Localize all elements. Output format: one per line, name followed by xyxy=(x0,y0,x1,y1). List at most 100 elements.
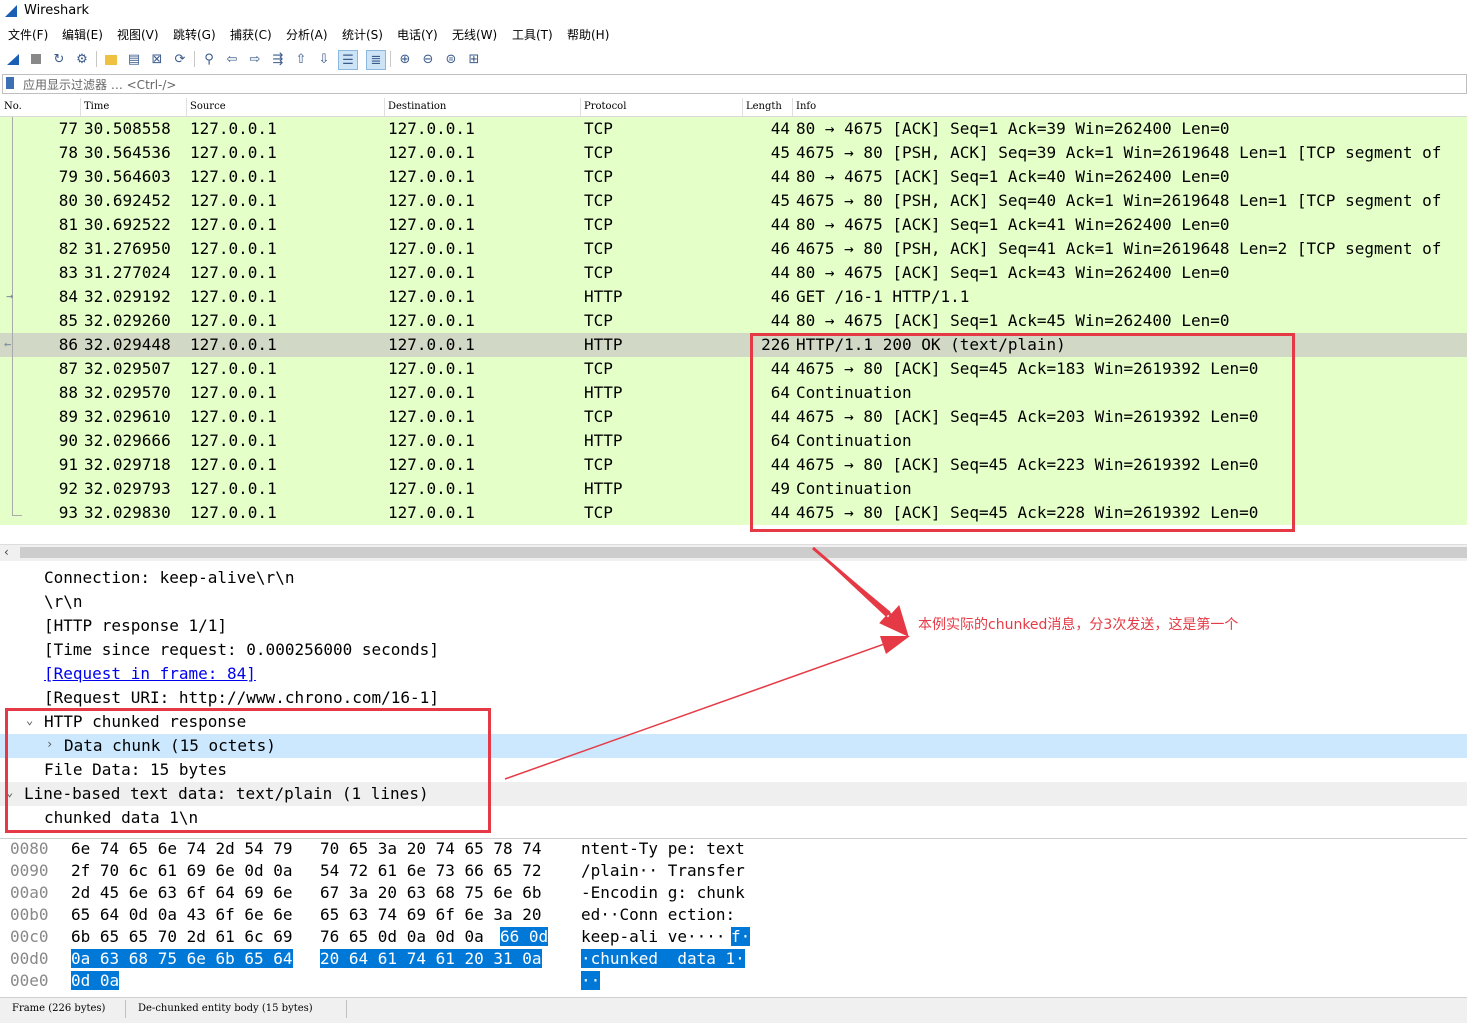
detail-row[interactable]: [Time since request: 0.000256000 seconds… xyxy=(0,638,1467,662)
restart-icon[interactable]: ↻ xyxy=(50,50,68,68)
packet-row[interactable]: 78 30.564536 127.0.0.1 127.0.0.1 TCP 45 4675 →… xyxy=(0,141,1467,165)
find-icon[interactable]: ⚲ xyxy=(200,50,218,68)
selected-bytes: 66 0d xyxy=(500,927,549,946)
packet-cell-proto: TCP xyxy=(584,167,613,186)
packet-row[interactable]: 77 30.508558 127.0.0.1 127.0.0.1 TCP 44 80 → 4… xyxy=(0,117,1467,141)
packet-cell-time: 30.508558 xyxy=(84,119,171,138)
col-length[interactable]: Length xyxy=(746,101,782,112)
packet-cell-dst: 127.0.0.1 xyxy=(388,407,475,426)
back-arrow-icon[interactable]: ⇦ xyxy=(223,50,241,68)
reload-icon[interactable]: ⟳ xyxy=(171,50,189,68)
menu-file[interactable]: 文件(F) xyxy=(8,26,48,43)
menu-edit[interactable]: 编辑(E) xyxy=(62,26,103,43)
packet-cell-proto: TCP xyxy=(584,215,613,234)
close-file-icon[interactable]: ⊠ xyxy=(148,50,166,68)
packet-cell-time: 32.029192 xyxy=(84,287,171,306)
normal-size-icon[interactable]: ⊜ xyxy=(442,50,460,68)
menu-telephony[interactable]: 电话(Y) xyxy=(397,26,438,43)
packet-cell-src: 127.0.0.1 xyxy=(190,167,277,186)
menu-statistics[interactable]: 统计(S) xyxy=(342,26,383,43)
first-packet-icon[interactable]: ⇧ xyxy=(292,50,310,68)
packet-cell-no: 90 xyxy=(58,431,78,450)
packet-cell-dst: 127.0.0.1 xyxy=(388,335,475,354)
detail-row[interactable]: Connection: keep-alive\r\n xyxy=(0,566,1467,590)
display-filter-input[interactable]: 应用显示过滤器 … <Ctrl-/> xyxy=(2,74,1467,94)
packet-cell-dst: 127.0.0.1 xyxy=(388,311,475,330)
annotation-note: 本例实际的chunked消息，分3次发送，这是第一个 xyxy=(918,617,1239,633)
tab-dechunked-bytes[interactable]: De-chunked entity body (15 bytes) xyxy=(138,1003,313,1014)
resize-columns-icon[interactable]: ⊞ xyxy=(465,50,483,68)
packet-cell-proto: HTTP xyxy=(584,287,623,306)
packet-cell-no: 82 xyxy=(58,239,78,258)
options-gear-icon[interactable]: ⚙ xyxy=(73,50,91,68)
menu-go[interactable]: 跳转(G) xyxy=(173,26,216,43)
col-info[interactable]: Info xyxy=(796,101,816,112)
bookmark-icon[interactable] xyxy=(6,77,14,89)
selected-bytes: 20 64 61 74 61 20 31 0a xyxy=(320,949,542,968)
packet-cell-proto: TCP xyxy=(584,311,613,330)
menu-wireless[interactable]: 无线(W) xyxy=(452,26,497,43)
annotation-box-packets xyxy=(750,333,1295,532)
col-time[interactable]: Time xyxy=(84,101,109,112)
menu-tools[interactable]: 工具(T) xyxy=(512,26,553,43)
col-source[interactable]: Source xyxy=(190,101,226,112)
detail-row[interactable]: [HTTP response 1/1] xyxy=(0,614,1467,638)
detail-row[interactable]: [Request URI: http://www.chrono.com/16-1… xyxy=(0,686,1467,710)
zoom-in-icon[interactable]: ⊕ xyxy=(396,50,414,68)
filter-placeholder: 应用显示过滤器 … <Ctrl-/> xyxy=(23,78,177,92)
packet-row[interactable]: 81 30.692522 127.0.0.1 127.0.0.1 TCP 44 80 → 4… xyxy=(0,213,1467,237)
packet-cell-time: 30.564536 xyxy=(84,143,171,162)
open-folder-icon[interactable] xyxy=(102,50,120,68)
packet-row[interactable]: 82 31.276950 127.0.0.1 127.0.0.1 TCP 46 4675 →… xyxy=(0,237,1467,261)
scroll-left-icon[interactable]: ‹ xyxy=(4,545,9,559)
packet-cell-src: 127.0.0.1 xyxy=(190,239,277,258)
menu-help[interactable]: 帮助(H) xyxy=(567,26,609,43)
packet-cell-info: 4675 → 80 [PSH, ACK] Seq=41 Ack=1 Win=26… xyxy=(796,239,1442,258)
menu-capture[interactable]: 捕获(C) xyxy=(230,26,272,43)
packet-cell-proto: TCP xyxy=(584,119,613,138)
col-destination[interactable]: Destination xyxy=(388,101,446,112)
packet-cell-no: 80 xyxy=(58,191,78,210)
detail-row-request-link[interactable]: [Request in frame: 84] xyxy=(0,662,1467,686)
zoom-out-icon[interactable]: ⊖ xyxy=(419,50,437,68)
col-no[interactable]: No. xyxy=(4,101,22,112)
tab-frame-bytes[interactable]: Frame (226 bytes) xyxy=(12,1003,105,1014)
packet-cell-dst: 127.0.0.1 xyxy=(388,383,475,402)
packet-cell-dst: 127.0.0.1 xyxy=(388,431,475,450)
packet-bytes[interactable]: 0080 6e 74 65 6e 74 2d 54 79 70 65 3a 20… xyxy=(0,838,1467,997)
last-packet-icon[interactable]: ⇩ xyxy=(315,50,333,68)
packet-cell-no: 83 xyxy=(58,263,78,282)
packet-cell-len: 44 xyxy=(770,119,790,138)
status-bar: Frame (226 bytes) De-chunked entity body… xyxy=(0,997,1467,1023)
forward-arrow-icon[interactable]: ⇨ xyxy=(246,50,264,68)
packet-row[interactable]: 85 32.029260 127.0.0.1 127.0.0.1 TCP 44 80 → 4… xyxy=(0,309,1467,333)
detail-row[interactable]: \r\n xyxy=(0,590,1467,614)
menu-view[interactable]: 视图(V) xyxy=(117,26,159,43)
menu-bar: 文件(F) 编辑(E) 视图(V) 跳转(G) 捕获(C) 分析(A) 统计(S… xyxy=(0,24,1467,44)
goto-packet-icon[interactable]: ⇶ xyxy=(269,50,287,68)
colorize-icon[interactable]: ≣ xyxy=(366,50,386,70)
packet-cell-info: 4675 → 80 [PSH, ACK] Seq=39 Ack=1 Win=26… xyxy=(796,143,1442,162)
packet-row[interactable]: 84 32.029192 127.0.0.1 127.0.0.1 HTTP 46 GET /… xyxy=(0,285,1467,309)
packet-row[interactable]: 83 31.277024 127.0.0.1 127.0.0.1 TCP 44 80 → 4… xyxy=(0,261,1467,285)
autoscroll-icon[interactable]: ☰ xyxy=(338,50,358,70)
packet-row[interactable]: 79 30.564603 127.0.0.1 127.0.0.1 TCP 44 80 → 4… xyxy=(0,165,1467,189)
stop-icon[interactable] xyxy=(27,50,45,68)
packet-cell-no: 78 xyxy=(58,143,78,162)
packet-cell-proto: TCP xyxy=(584,359,613,378)
file-icon[interactable]: ▤ xyxy=(125,50,143,68)
menu-analyze[interactable]: 分析(A) xyxy=(286,26,328,43)
scroll-thumb[interactable] xyxy=(20,547,1467,558)
packet-cell-no: 86 xyxy=(58,335,78,354)
main-toolbar: ↻ ⚙ ▤ ⊠ ⟳ ⚲ ⇦ ⇨ ⇶ ⇧ ⇩ ☰ ≣ ⊕ ⊖ ⊜ ⊞ xyxy=(0,47,1467,71)
packet-list-hscrollbar[interactable]: ‹ xyxy=(0,544,1467,561)
packet-cell-src: 127.0.0.1 xyxy=(190,287,277,306)
packet-cell-no: 93 xyxy=(58,503,78,522)
col-protocol[interactable]: Protocol xyxy=(584,101,626,112)
shark-fin-icon[interactable] xyxy=(4,50,22,68)
request-in-frame-link[interactable]: [Request in frame: 84] xyxy=(44,664,256,683)
packet-cell-time: 32.029610 xyxy=(84,407,171,426)
packet-cell-dst: 127.0.0.1 xyxy=(388,359,475,378)
packet-cell-info: 80 → 4675 [ACK] Seq=1 Ack=43 Win=262400 … xyxy=(796,263,1230,282)
packet-row[interactable]: 80 30.692452 127.0.0.1 127.0.0.1 TCP 45 4675 →… xyxy=(0,189,1467,213)
